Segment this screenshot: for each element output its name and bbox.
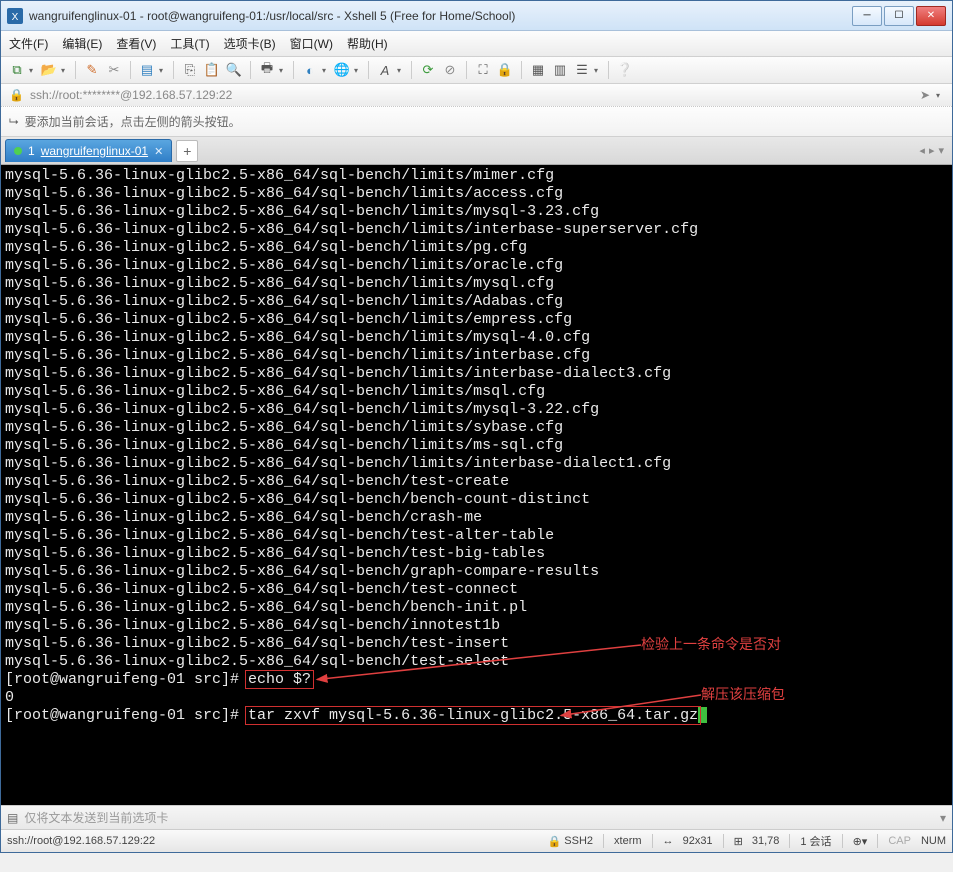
annotation-check-command: 检验上一条命令是否对 — [641, 635, 781, 653]
tab-name: wangruifenglinux-01 — [41, 144, 148, 158]
lock-icon: 🔒 — [9, 88, 24, 102]
globe2-icon[interactable]: ⊘ — [440, 60, 460, 80]
reconnect-icon[interactable]: ✎ — [82, 60, 102, 80]
highlight-box — [245, 670, 314, 689]
send-dropdown-icon[interactable]: ▾ — [940, 811, 946, 825]
highlight-box — [245, 706, 701, 725]
layout2-icon[interactable]: ▥ — [550, 60, 570, 80]
toolbar: ⧉▾ 📂▾ ✎ ✂ ▤▾ ⎘ 📋 🔍 🖶▾ ◐▾ 🌐▾ A▾ ⟳ ⊘ ⛶ 🔒 ▦… — [1, 57, 952, 84]
globe-icon[interactable]: 🌐 — [332, 60, 352, 80]
status-ssh: 🔒SSH2 — [548, 835, 593, 848]
dropdown-icon[interactable]: ▾ — [279, 66, 287, 75]
menu-view[interactable]: 查看(V) — [116, 35, 156, 52]
info-text: 要添加当前会话，点击左侧的箭头按钮。 — [25, 113, 241, 130]
address-text[interactable]: ssh://root:********@192.168.57.129:22 — [30, 88, 914, 102]
tab-prev-icon[interactable]: ◂ — [919, 144, 925, 157]
dropdown-icon[interactable]: ▾ — [61, 66, 69, 75]
dropdown-icon[interactable]: ▾ — [936, 91, 944, 100]
fullscreen-icon[interactable]: ⛶ — [473, 60, 493, 80]
menu-window[interactable]: 窗口(W) — [290, 35, 333, 52]
menu-edit[interactable]: 编辑(E) — [62, 35, 102, 52]
tab-list-icon[interactable]: ▾ — [938, 144, 944, 157]
print-icon[interactable]: 🖶 — [257, 60, 277, 80]
open-icon[interactable]: 📂 — [39, 60, 59, 80]
terminal[interactable]: mysql-5.6.36-linux-glibc2.5-x86_64/sql-b… — [1, 165, 952, 805]
menu-tabs[interactable]: 选项卡(B) — [224, 35, 276, 52]
xshell-window: X wangruifenglinux-01 - root@wangruifeng… — [0, 0, 953, 853]
status-pos: ⊞ 31,78 — [734, 835, 780, 848]
status-address: ssh://root@192.168.57.129:22 — [7, 835, 538, 847]
menu-tools[interactable]: 工具(T) — [170, 35, 209, 52]
font-icon[interactable]: A — [375, 60, 395, 80]
session-tab[interactable]: 1 wangruifenglinux-01 ✕ — [5, 139, 172, 162]
maximize-button[interactable]: ☐ — [884, 6, 914, 26]
tab-close-icon[interactable]: ✕ — [154, 145, 163, 158]
layout3-icon[interactable]: ☰ — [572, 60, 592, 80]
status-num: NUM — [921, 835, 946, 847]
dropdown-icon[interactable]: ▾ — [322, 66, 330, 75]
send-bar: ▤ 仅将文本发送到当前选项卡 ▾ — [1, 805, 952, 829]
minimize-button[interactable]: ─ — [852, 6, 882, 26]
new-tab-button[interactable]: + — [176, 140, 198, 162]
info-bar: ⮡ 要添加当前会话，点击左侧的箭头按钮。 — [1, 107, 952, 137]
layout1-icon[interactable]: ▦ — [528, 60, 548, 80]
dropdown-icon[interactable]: ▾ — [29, 66, 37, 75]
titlebar[interactable]: X wangruifenglinux-01 - root@wangruifeng… — [1, 1, 952, 31]
menu-help[interactable]: 帮助(H) — [347, 35, 388, 52]
refresh-icon[interactable]: ⟳ — [418, 60, 438, 80]
find-icon[interactable]: 🔍 — [224, 60, 244, 80]
dropdown-icon[interactable]: ▾ — [397, 66, 405, 75]
app-icon: X — [7, 8, 23, 24]
add-session-icon[interactable]: ⮡ — [9, 114, 19, 129]
window-title: wangruifenglinux-01 - root@wangruifeng-0… — [29, 9, 852, 23]
menu-file[interactable]: 文件(F) — [9, 35, 48, 52]
menu-bar: 文件(F) 编辑(E) 查看(V) 工具(T) 选项卡(B) 窗口(W) 帮助(… — [1, 31, 952, 57]
properties-icon[interactable]: ▤ — [137, 60, 157, 80]
status-term: xterm — [614, 835, 642, 847]
svg-text:X: X — [12, 12, 19, 23]
lock-icon[interactable]: 🔒 — [495, 60, 515, 80]
tab-bar: 1 wangruifenglinux-01 ✕ + ◂ ▸ ▾ — [1, 137, 952, 165]
status-cap: CAP — [888, 835, 911, 847]
help-icon[interactable]: ❔ — [615, 60, 635, 80]
status-sessions-dropdown-icon[interactable]: ⊕▾ — [853, 835, 868, 848]
status-bar: ssh://root@192.168.57.129:22 🔒SSH2 xterm… — [1, 829, 952, 852]
dropdown-icon[interactable]: ▾ — [354, 66, 362, 75]
dropdown-icon[interactable]: ▾ — [594, 66, 602, 75]
copy-icon[interactable]: ⎘ — [180, 60, 200, 80]
send-input[interactable]: 仅将文本发送到当前选项卡 — [24, 809, 934, 826]
tab-next-icon[interactable]: ▸ — [929, 144, 935, 157]
annotation-extract-archive: 解压该压缩包 — [701, 685, 785, 703]
new-session-icon[interactable]: ⧉ — [7, 60, 27, 80]
tab-scroll: ◂ ▸ ▾ — [919, 144, 948, 157]
disconnect-icon[interactable]: ✂ — [104, 60, 124, 80]
send-icon[interactable]: ▤ — [7, 811, 18, 825]
status-size: ↔ 92x31 — [663, 835, 713, 847]
color-icon[interactable]: ◐ — [300, 60, 320, 80]
status-dot-icon — [14, 147, 22, 155]
address-bar: 🔒 ssh://root:********@192.168.57.129:22 … — [1, 84, 952, 107]
status-sessions: 1 会话 — [800, 833, 831, 849]
dropdown-icon[interactable]: ▾ — [159, 66, 167, 75]
close-button[interactable]: ✕ — [916, 6, 946, 26]
go-icon[interactable]: ➤ — [920, 88, 930, 102]
tab-index: 1 — [28, 144, 35, 158]
paste-icon[interactable]: 📋 — [202, 60, 222, 80]
